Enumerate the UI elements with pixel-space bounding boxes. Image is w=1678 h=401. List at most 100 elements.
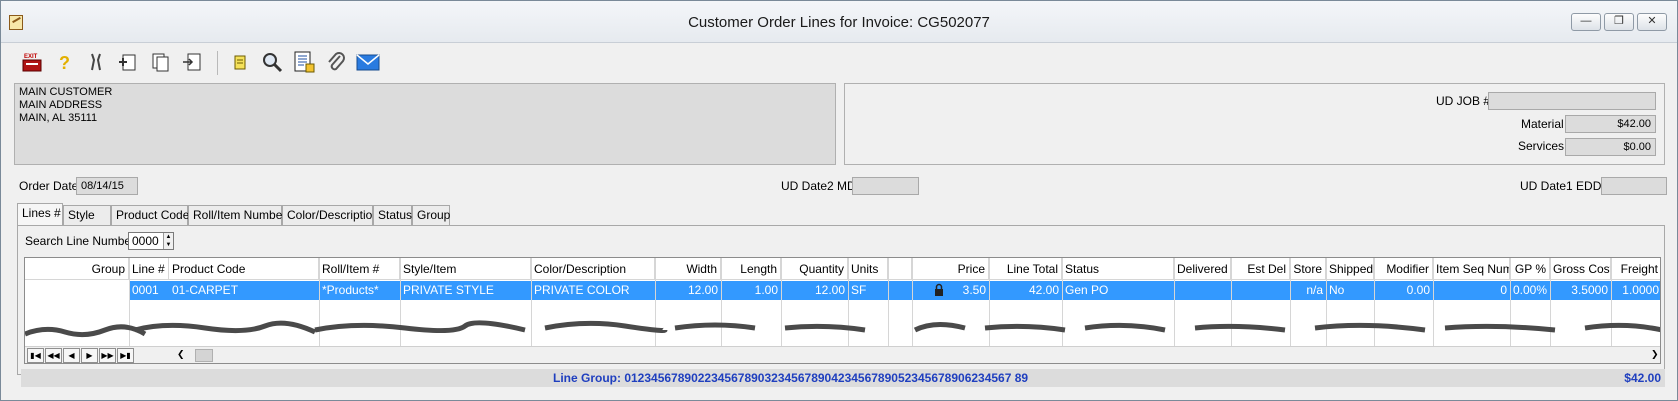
search-icon — [263, 53, 283, 73]
col-length[interactable]: Length — [721, 258, 781, 279]
cell-color-description: PRIVATE COLOR — [534, 283, 630, 297]
tab-lines[interactable]: Lines # — [17, 203, 63, 226]
cell-quantity: 12.00 — [814, 283, 845, 297]
first-record-button[interactable]: ▮◀ — [27, 348, 44, 363]
tab-roll-item-number[interactable]: Roll/Item Number — [188, 205, 286, 225]
tab-color-description[interactable]: Color/Description — [282, 205, 379, 225]
search-button[interactable] — [257, 47, 287, 77]
col-units[interactable]: Units — [848, 258, 888, 279]
col-est-del[interactable]: Est Del — [1231, 258, 1290, 279]
table-row[interactable]: 0001 01-CARPET *Products* PRIVATE STYLE … — [25, 281, 1660, 300]
cell-gross-cost: 3.5000 — [1571, 283, 1608, 297]
col-width[interactable]: Width — [655, 258, 721, 279]
col-product-code[interactable]: Product Code — [169, 258, 319, 279]
scroll-right-icon[interactable]: ❯ — [1651, 349, 1659, 360]
customer-name: MAIN CUSTOMER — [19, 86, 113, 98]
col-roll-item[interactable]: Roll/Item # — [319, 258, 400, 279]
col-status[interactable]: Status — [1062, 258, 1174, 279]
order-summary-panel: UD JOB # Material $42.00 Services $0.00 — [844, 83, 1665, 165]
lock-icon — [933, 281, 947, 300]
window-title: Customer Order Lines for Invoice: CG5020… — [688, 14, 990, 31]
order-date-field[interactable]: 08/14/15 — [76, 177, 138, 195]
minimize-button[interactable]: — — [1571, 13, 1601, 31]
col-style-item[interactable]: Style/Item — [400, 258, 531, 279]
help-icon: ? — [59, 53, 70, 73]
customer-city-state-zip: MAIN, AL 35111 — [19, 112, 98, 124]
material-value: $42.00 — [1565, 115, 1656, 133]
scroll-left-icon[interactable]: ❮ — [177, 349, 185, 360]
search-line-number-input[interactable]: 0000 ▲ ▼ — [128, 232, 174, 250]
tab-group[interactable]: Group — [412, 205, 450, 225]
prev-record-button[interactable]: ◀ — [63, 348, 80, 363]
help-button[interactable]: ? — [49, 47, 79, 77]
material-label: Material — [1521, 117, 1564, 131]
toolbar: EXIT ? — [1, 43, 1677, 83]
cell-est-del — [1231, 281, 1290, 300]
paperclip-icon — [328, 52, 345, 71]
report-button[interactable] — [289, 47, 319, 77]
ud-job-field[interactable] — [1488, 92, 1656, 110]
search-line-number-value: 0000 — [132, 234, 159, 248]
line-group-text: Line Group: 0123456789022345678903234567… — [553, 371, 1029, 385]
col-gp-percent[interactable]: GP % — [1510, 258, 1550, 279]
copy-document-button[interactable] — [145, 47, 175, 77]
document-arrow-icon — [183, 53, 201, 71]
col-group[interactable]: Group — [25, 258, 129, 279]
tab-status[interactable]: Status — [373, 205, 412, 225]
cell-store: n/a — [1306, 283, 1323, 297]
col-freight[interactable]: Freight — [1611, 258, 1660, 279]
cell-length: 1.00 — [754, 283, 778, 297]
toolbar-separator — [217, 51, 218, 75]
col-color-description[interactable]: Color/Description — [531, 258, 655, 279]
close-button[interactable]: ✕ — [1637, 13, 1667, 31]
col-blank[interactable] — [888, 258, 912, 279]
tab-product-code[interactable]: Product Code — [111, 205, 189, 225]
tab-style[interactable]: Style — [63, 205, 111, 225]
col-gross-cost[interactable]: Gross Cost — [1550, 258, 1611, 279]
new-document-icon — [119, 54, 136, 71]
spin-buttons[interactable]: ▲ ▼ — [163, 233, 173, 249]
horizontal-scrollbar-thumb[interactable] — [195, 349, 213, 362]
col-modifier[interactable]: Modifier — [1374, 258, 1433, 279]
prev-page-button[interactable]: ◀◀ — [45, 348, 62, 363]
services-label: Services — [1518, 139, 1565, 153]
col-price[interactable]: Price — [912, 258, 989, 279]
svg-text:?: ? — [59, 53, 70, 73]
customer-address: MAIN ADDRESS — [19, 99, 103, 111]
search-line-number-label: Search Line Number — [25, 234, 136, 248]
report-icon — [294, 51, 315, 73]
col-line-total[interactable]: Line Total — [989, 258, 1062, 279]
cell-line-total: 42.00 — [1028, 283, 1059, 297]
col-item-seq-num[interactable]: Item Seq Num — [1433, 258, 1510, 279]
next-record-button[interactable]: ▶ — [81, 348, 98, 363]
restore-button[interactable]: ❐ — [1604, 13, 1634, 31]
cell-gp-percent: 0.00% — [1513, 283, 1548, 297]
cell-item-seq-num: 0 — [1500, 283, 1507, 297]
note-button[interactable] — [225, 47, 255, 77]
cell-product-code: 01-CARPET — [172, 283, 239, 297]
ud-job-label: UD JOB # — [1436, 94, 1491, 108]
cell-group — [25, 281, 129, 300]
col-shipped[interactable]: Shipped — [1326, 258, 1374, 279]
order-lines-grid[interactable]: Group Line # Product Code Roll/Item # St… — [24, 257, 1661, 364]
next-page-button[interactable]: ▶▶ — [99, 348, 116, 363]
attach-button[interactable] — [321, 47, 351, 77]
col-store[interactable]: Store — [1290, 258, 1326, 279]
tools-button[interactable] — [81, 47, 111, 77]
exit-button[interactable]: EXIT — [17, 47, 47, 77]
col-quantity[interactable]: Quantity — [781, 258, 848, 279]
ud-date2-field[interactable] — [852, 177, 919, 195]
new-document-button[interactable] — [113, 47, 143, 77]
render-artifact — [25, 320, 1660, 338]
document-arrow-button[interactable] — [177, 47, 207, 77]
order-date-label: Order Date — [19, 179, 79, 193]
col-delivered[interactable]: Delivered — [1174, 258, 1231, 279]
col-line-number[interactable]: Line # — [129, 258, 169, 279]
cell-delivered — [1174, 281, 1231, 300]
cell-modifier: 0.00 — [1406, 283, 1430, 297]
copy-document-icon — [152, 53, 169, 72]
ud-date1-field[interactable] — [1601, 177, 1667, 195]
cell-shipped: No — [1329, 283, 1345, 297]
last-record-button[interactable]: ▶▮ — [117, 348, 134, 363]
email-button[interactable] — [353, 47, 383, 77]
